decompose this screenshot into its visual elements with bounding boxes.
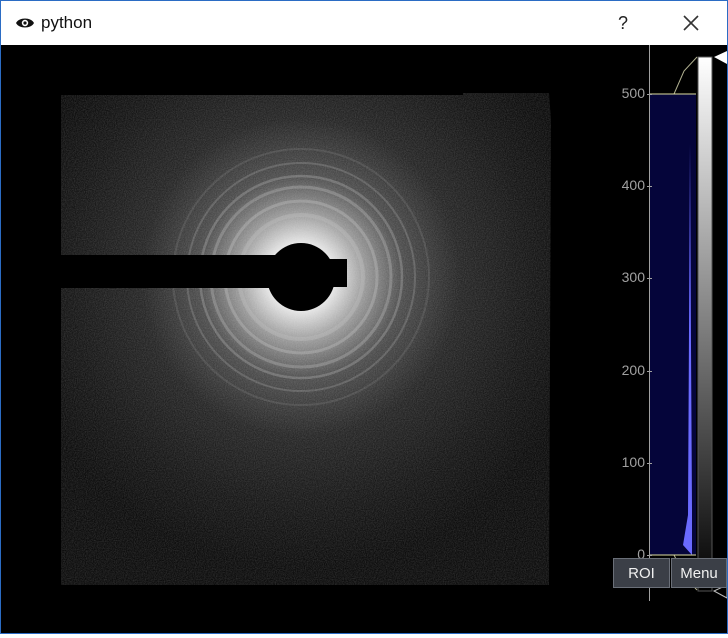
axis-tick-mark (647, 186, 652, 188)
diffraction-image[interactable] (1, 45, 648, 633)
axis-tick-label: 100 (621, 453, 645, 470)
axis-tick-label: 200 (621, 361, 645, 378)
image-view[interactable] (1, 45, 648, 633)
level-connector-top (673, 56, 698, 95)
window-title: python (41, 13, 93, 32)
axis-tick-label: 300 (621, 269, 645, 286)
axis-tick-label: 500 (621, 85, 645, 101)
axis-tick-mark (647, 94, 652, 95)
histogram-lut-panel (648, 45, 728, 633)
menu-button[interactable]: Menu (671, 558, 727, 588)
axis-tick-mark (647, 462, 652, 464)
gradient-top-tick[interactable] (714, 51, 727, 64)
histogram-lut[interactable] (648, 45, 728, 633)
title-bar: python ? (1, 1, 727, 45)
help-button[interactable]: ? (607, 7, 639, 39)
axis-tick-mark (647, 370, 652, 372)
axis-tick-mark (647, 555, 652, 556)
axis-tick-label: 400 (621, 177, 645, 194)
gradient-bar[interactable] (697, 56, 713, 592)
roi-button[interactable]: ROI (613, 558, 670, 588)
close-icon[interactable] (673, 7, 709, 39)
eye-icon (16, 18, 34, 28)
plot-window: python ? 500 400 300 200 100 0 ROI Menu (0, 0, 728, 634)
axis-tick-mark (647, 278, 652, 280)
